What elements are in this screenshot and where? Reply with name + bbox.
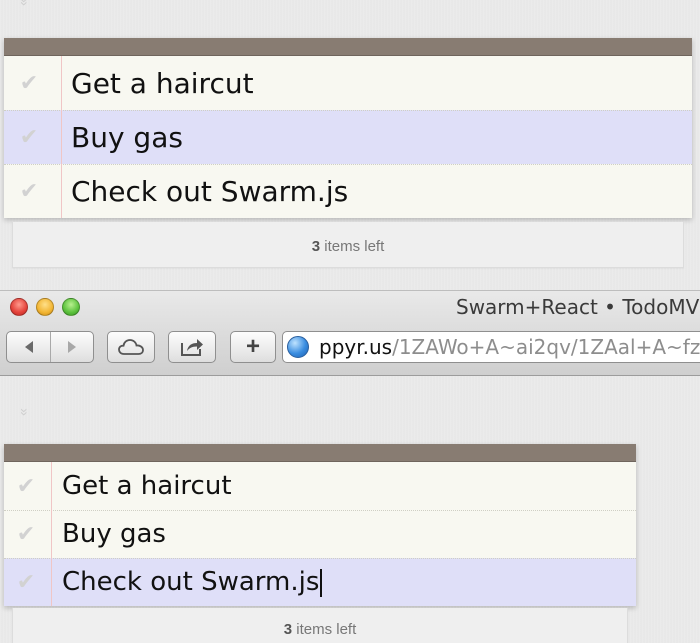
top-todo-app: » ✔ Get a haircut ✔ Buy gas ✔ Check out … [0,0,700,290]
cloud-icon [118,339,144,355]
card-header [4,38,692,56]
back-icon [24,341,33,353]
margin-line [51,510,52,558]
checkmark-icon[interactable]: ✔ [4,179,54,204]
icloud-tabs-button[interactable] [107,331,155,363]
url-text[interactable]: ppyr.us/1ZAWo+A~ai2qv/1ZAal+A~fz5 [319,335,700,359]
text-caret [320,568,323,597]
items-left-count: 3 [311,238,321,255]
checkmark-icon[interactable]: ✔ [4,570,48,595]
back-forward-buttons [6,331,94,363]
todo-card: ✔ Get a haircut ✔ Buy gas ✔ Check out Sw… [4,444,636,606]
checkmark-icon[interactable]: ✔ [4,522,48,547]
checkmark-icon[interactable]: ✔ [4,71,54,96]
checkmark-icon[interactable]: ✔ [4,125,54,150]
address-bar[interactable]: ppyr.us/1ZAWo+A~ai2qv/1ZAal+A~fz5 [282,331,700,363]
toggle-all-icon[interactable]: » [16,408,34,424]
zoom-window-button[interactable] [62,298,80,316]
margin-line [51,558,52,606]
todo-label[interactable]: Buy gas [71,121,183,154]
toggle-all-icon[interactable]: » [16,0,34,14]
share-icon [181,339,203,356]
checkmark-icon[interactable]: ✔ [4,474,48,499]
todo-item[interactable]: ✔ Buy gas [4,110,692,164]
items-left-label: items left [292,621,357,638]
share-button[interactable] [168,331,216,363]
todo-card: ✔ Get a haircut ✔ Buy gas ✔ Check out Sw… [4,38,692,218]
bottom-todo-app: » ✔ Get a haircut ✔ Buy gas ✔ Check out … [0,376,700,643]
todo-item[interactable]: ✔ Check out Swarm.js [4,164,692,218]
back-button[interactable] [7,332,50,362]
todo-label[interactable]: Get a haircut [71,67,254,100]
browser-window-chrome: Swarm+React • TodoMV + ppyr.us/1ZAWo+A~a… [0,290,700,376]
card-header [4,444,636,462]
todo-footer: 3 items left [12,222,684,268]
todo-label[interactable]: Get a haircut [62,471,232,501]
forward-button[interactable] [50,332,93,362]
window-title: Swarm+React • TodoMV [456,295,700,319]
window-controls [10,298,80,316]
todo-item[interactable]: ✔ Check out Swarm.js [4,558,636,606]
todo-list: ✔ Get a haircut ✔ Buy gas ✔ Check out Sw… [4,56,692,218]
margin-line [61,110,62,164]
todo-item[interactable]: ✔ Buy gas [4,510,636,558]
forward-icon [68,341,76,353]
margin-line [61,56,62,110]
todo-list: ✔ Get a haircut ✔ Buy gas ✔ Check out Sw… [4,462,636,606]
todo-edit-field[interactable]: Check out Swarm.js [62,567,323,597]
url-path: /1ZAWo+A~ai2qv/1ZAal+A~fz5 [392,335,700,359]
todo-label: Check out Swarm.js [62,567,320,597]
close-window-button[interactable] [10,298,28,316]
globe-icon [287,336,309,358]
minimize-window-button[interactable] [36,298,54,316]
todo-footer: 3 items left [12,608,628,643]
todo-item[interactable]: ✔ Get a haircut [4,56,692,110]
new-tab-button[interactable]: + [230,331,276,363]
margin-line [61,164,62,218]
todo-label[interactable]: Check out Swarm.js [71,175,348,208]
items-left-count: 3 [283,621,293,638]
todo-label[interactable]: Buy gas [62,519,166,549]
items-left-label: items left [320,238,385,255]
todo-item[interactable]: ✔ Get a haircut [4,462,636,510]
plus-icon: + [245,333,260,360]
url-host: ppyr.us [319,335,393,359]
margin-line [51,462,52,510]
